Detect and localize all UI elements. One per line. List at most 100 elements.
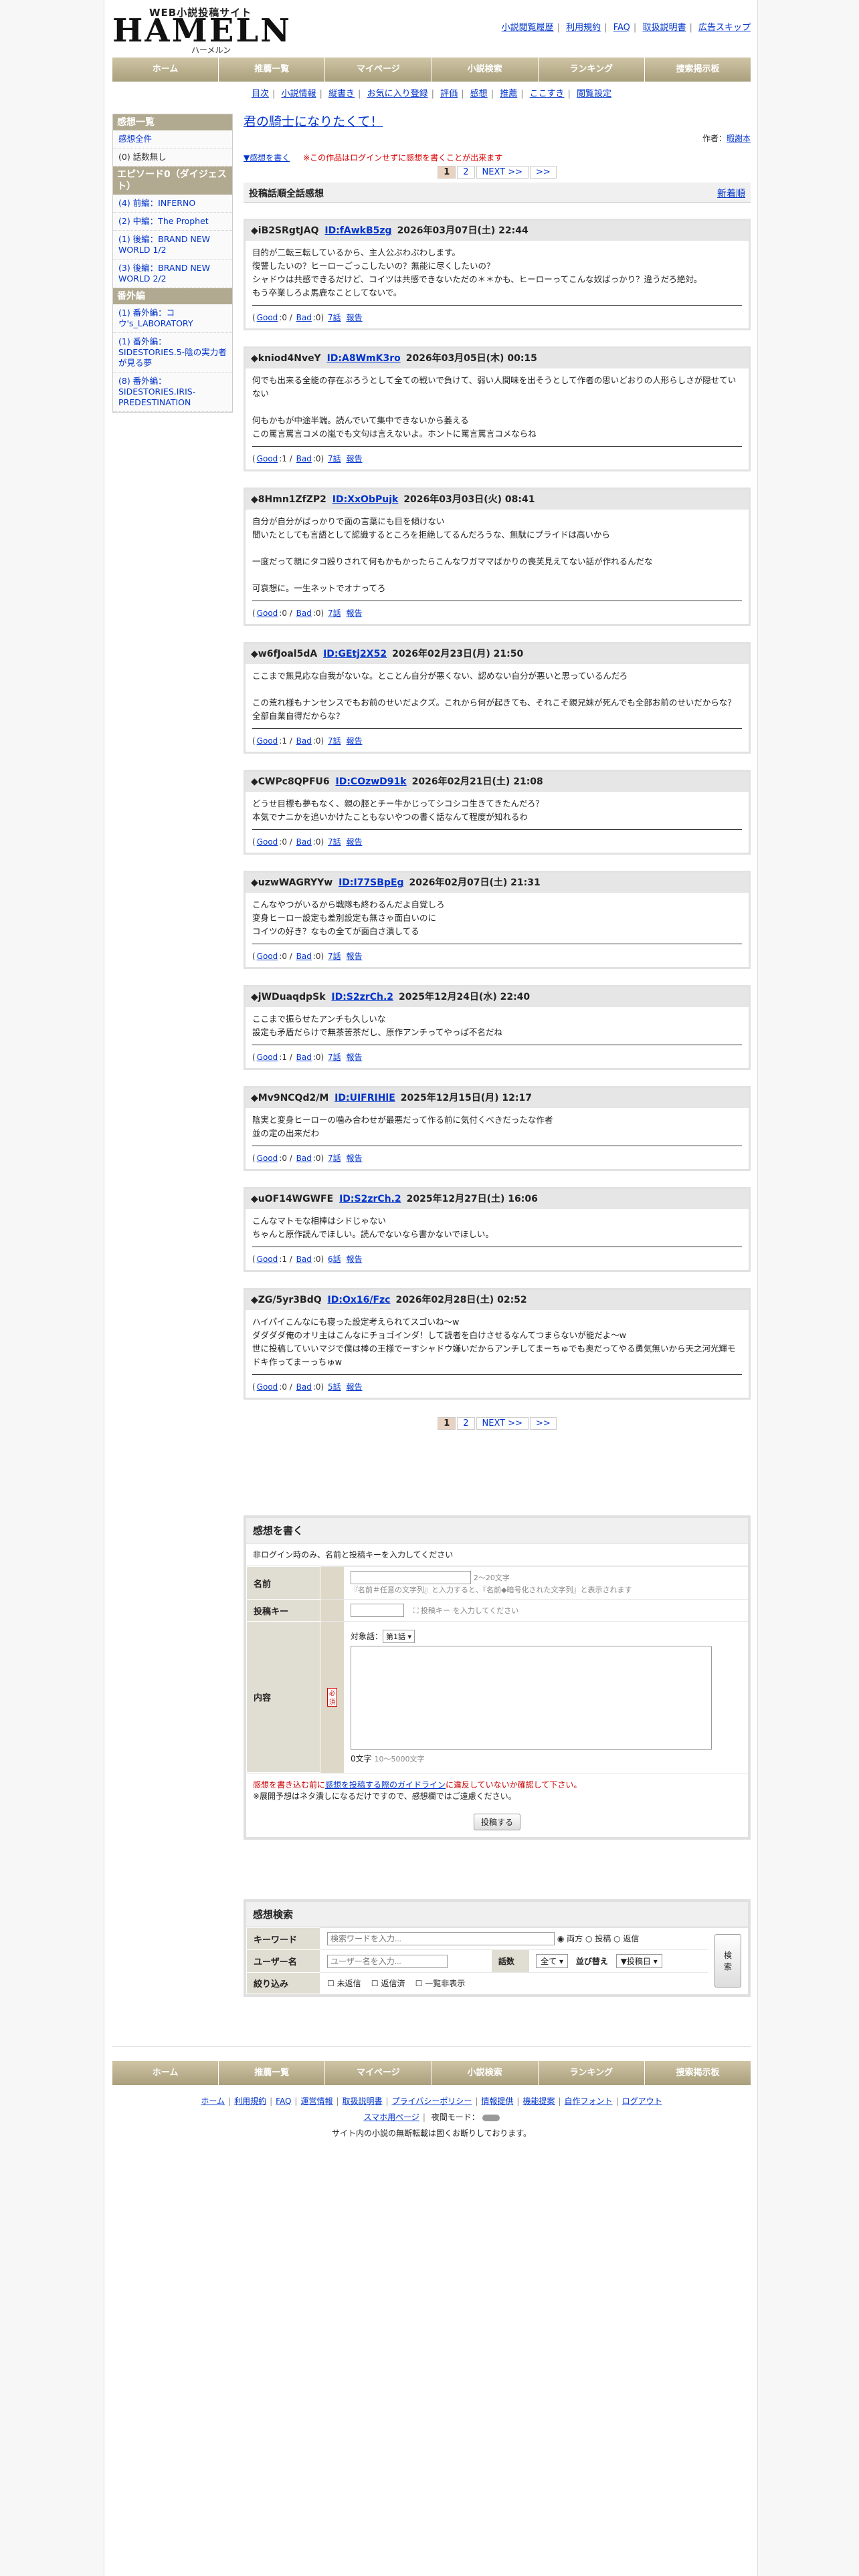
bad-link[interactable]: Bad <box>296 1255 312 1264</box>
sort-select[interactable]: ▼投稿日 ▾ <box>615 1954 662 1968</box>
footer-link[interactable]: 取扱説明書 <box>343 2097 383 2106</box>
episode-link[interactable]: 7話 <box>328 1053 341 1062</box>
subnav-recommend[interactable]: 推薦 <box>500 89 517 99</box>
footer-link[interactable]: 運営情報 <box>300 2097 332 2106</box>
good-link[interactable]: Good <box>257 1154 278 1163</box>
nav-mypage[interactable]: マイページ <box>325 58 432 82</box>
report-link[interactable]: 報告 <box>347 1255 363 1264</box>
sidebar-item[interactable]: (4) 前編：INFERNO <box>113 195 232 213</box>
bad-link[interactable]: Bad <box>296 609 312 618</box>
page-2[interactable]: 2 <box>457 1417 475 1430</box>
episode-link[interactable]: 7話 <box>328 1154 341 1163</box>
novel-title[interactable]: 君の騎士になりたくて！ <box>244 114 751 130</box>
footer-link[interactable]: 機能提案 <box>522 2097 555 2106</box>
user-input[interactable] <box>327 1954 448 1968</box>
content-textarea[interactable] <box>351 1646 712 1751</box>
nav-search[interactable]: 小説検索 <box>432 58 539 82</box>
episode-link[interactable]: 7話 <box>328 609 341 618</box>
nav-recommend[interactable]: 推薦一覧 <box>219 58 326 82</box>
good-link[interactable]: Good <box>257 454 278 463</box>
site-logo[interactable]: WEB小説投稿サイト HAMELN ハーメルン <box>112 5 290 55</box>
radio-post[interactable]: ○ 投稿 <box>585 1934 611 1943</box>
good-link[interactable]: Good <box>257 952 278 961</box>
episode-link[interactable]: 7話 <box>328 952 341 961</box>
sidebar-item[interactable]: (2) 中編：The Prophet <box>113 213 232 231</box>
reviewer-id-link[interactable]: ID:S2zrCh.2 <box>331 992 393 1002</box>
report-link[interactable]: 報告 <box>347 1382 363 1392</box>
report-link[interactable]: 報告 <box>347 313 363 322</box>
nav-board[interactable]: 捜索掲示板 <box>644 2061 751 2085</box>
subnav-rate[interactable]: 評価 <box>440 89 458 99</box>
good-link[interactable]: Good <box>257 1255 278 1264</box>
mobile-link[interactable]: スマホ用ページ <box>363 2113 419 2122</box>
night-mode-toggle[interactable] <box>482 2114 500 2121</box>
episode-link[interactable]: 7話 <box>328 313 341 322</box>
name-input[interactable] <box>351 1571 472 1584</box>
subnav-vertical[interactable]: 縦書き <box>328 89 355 99</box>
top-link-terms[interactable]: 利用規約 <box>566 23 601 33</box>
check-hidden[interactable]: ☐ 一覧非表示 <box>415 1979 466 1988</box>
subnav-info[interactable]: 小説情報 <box>281 89 316 99</box>
subnav-toc[interactable]: 目次 <box>252 89 269 99</box>
episode-link[interactable]: 7話 <box>328 454 341 463</box>
reviewer-id-link[interactable]: ID:S2zrCh.2 <box>339 1194 401 1204</box>
key-input[interactable] <box>351 1604 405 1617</box>
nav-ranking[interactable]: ランキング <box>538 2061 645 2085</box>
bad-link[interactable]: Bad <box>296 313 312 322</box>
radio-both[interactable]: ◉ 両方 <box>557 1934 583 1943</box>
report-link[interactable]: 報告 <box>347 837 363 847</box>
reviewer-id-link[interactable]: ID:Ox16/Fzc <box>328 1295 391 1305</box>
nav-ranking[interactable]: ランキング <box>538 58 645 82</box>
nav-search[interactable]: 小説検索 <box>432 2061 539 2085</box>
report-link[interactable]: 報告 <box>347 736 363 746</box>
report-link[interactable]: 報告 <box>347 454 363 463</box>
nav-mypage[interactable]: マイページ <box>325 2061 432 2085</box>
footer-link[interactable]: ホーム <box>201 2097 225 2106</box>
good-link[interactable]: Good <box>257 837 278 847</box>
radio-reply[interactable]: ○ 返信 <box>613 1934 639 1943</box>
footer-link[interactable]: 自作フォント <box>565 2097 613 2106</box>
good-link[interactable]: Good <box>257 1382 278 1392</box>
page-last[interactable]: >> <box>530 166 557 179</box>
search-button[interactable]: 検索 <box>714 1934 741 1988</box>
report-link[interactable]: 報告 <box>347 1154 363 1163</box>
episode-link[interactable]: 7話 <box>328 837 341 847</box>
reviewer-id-link[interactable]: ID:fAwkB5zg <box>324 225 391 236</box>
nav-home[interactable]: ホーム <box>112 2061 219 2085</box>
write-review-link[interactable]: ▼感想を書く <box>244 153 290 163</box>
check-unreplied[interactable]: ☐ 未返信 <box>327 1979 361 1988</box>
guideline-link[interactable]: 感想を投稿する際のガイドライン <box>325 1780 446 1790</box>
report-link[interactable]: 報告 <box>347 1053 363 1062</box>
submit-button[interactable]: 投稿する <box>473 1814 520 1830</box>
top-link-history[interactable]: 小説閲覧履歴 <box>502 23 554 33</box>
footer-link[interactable]: ログアウト <box>622 2097 662 2106</box>
reviewer-id-link[interactable]: ID:XxObPujk <box>332 494 399 505</box>
subnav-kokosuki[interactable]: ここすき <box>530 89 565 99</box>
good-link[interactable]: Good <box>257 313 278 322</box>
footer-link[interactable]: 情報提供 <box>481 2097 513 2106</box>
page-2[interactable]: 2 <box>457 166 475 179</box>
subnav-settings[interactable]: 閲覧設定 <box>577 89 611 99</box>
footer-link[interactable]: プライバシーポリシー <box>392 2097 472 2106</box>
sidebar-item[interactable]: (1) 後編：BRAND NEW WORLD 1/2 <box>113 231 232 259</box>
episode-link[interactable]: 5話 <box>328 1382 341 1392</box>
bad-link[interactable]: Bad <box>296 1382 312 1392</box>
top-link-ad-skip[interactable]: 広告スキップ <box>698 23 751 33</box>
subnav-favorite[interactable]: お気に入り登録 <box>367 89 428 99</box>
subnav-reviews[interactable]: 感想 <box>470 89 488 99</box>
reviewer-id-link[interactable]: ID:A8WmK3ro <box>327 353 401 364</box>
bad-link[interactable]: Bad <box>296 1154 312 1163</box>
top-link-manual[interactable]: 取扱説明書 <box>642 23 686 33</box>
nav-home[interactable]: ホーム <box>112 58 219 82</box>
sidebar-item[interactable]: 感想全件 <box>113 130 232 148</box>
sidebar-item[interactable]: (1) 番外編：SIDESTORIES.5-陰の実力者が見る夢 <box>113 333 232 372</box>
sidebar-item[interactable]: (1) 番外編：コウ's_LABORATORY <box>113 304 232 333</box>
nav-board[interactable]: 捜索掲示板 <box>644 58 751 82</box>
episode-link[interactable]: 7話 <box>328 736 341 746</box>
target-select[interactable]: 第1話 ▾ <box>383 1630 415 1644</box>
sidebar-item[interactable]: (8) 番外編：SIDESTORIES.IRIS-PREDESTINATION <box>113 372 232 412</box>
footer-link[interactable]: 利用規約 <box>234 2097 266 2106</box>
sidebar-item[interactable]: (3) 後編：BRAND NEW WORLD 2/2 <box>113 259 232 288</box>
good-link[interactable]: Good <box>257 609 278 618</box>
page-next[interactable]: NEXT >> <box>476 166 529 179</box>
